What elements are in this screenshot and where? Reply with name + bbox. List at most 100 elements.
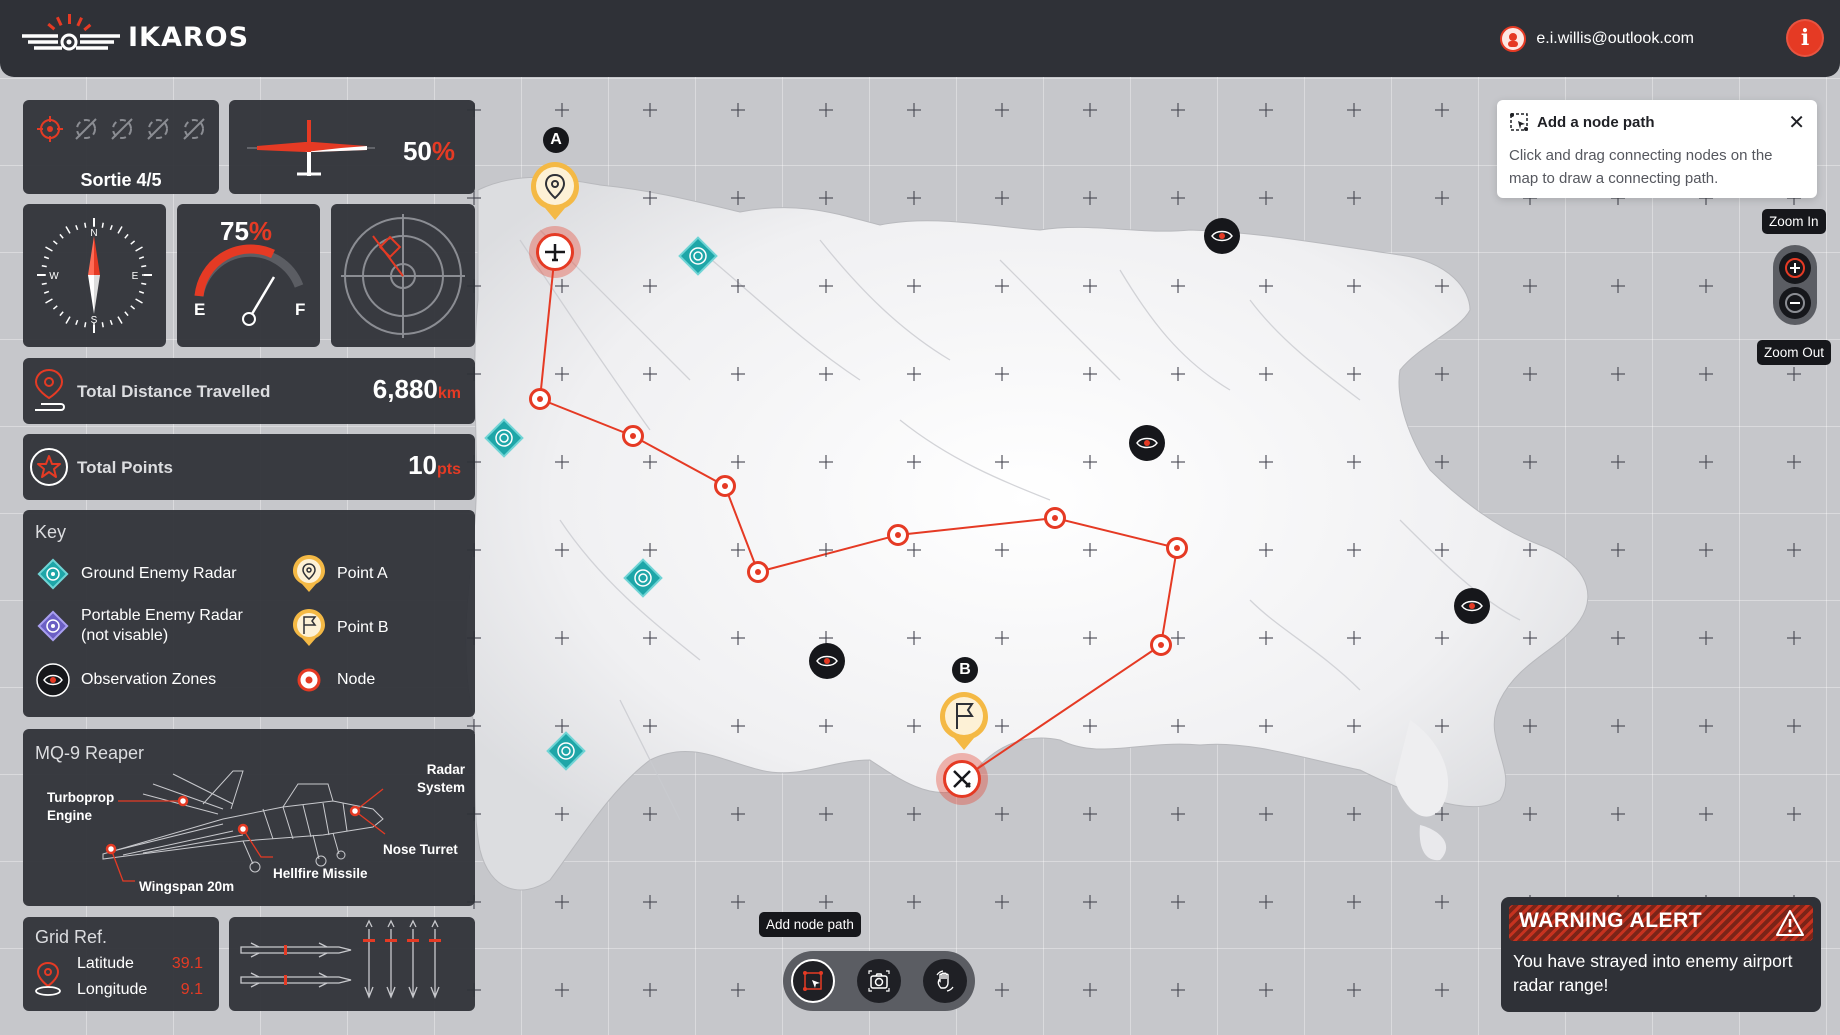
zoom-in-tooltip: Zoom In	[1762, 209, 1826, 234]
grid-marker	[1699, 719, 1713, 733]
grid-marker	[1435, 279, 1449, 293]
grid-marker	[1611, 631, 1625, 645]
ground-enemy-radar[interactable]	[544, 729, 588, 773]
points-panel: Total Points 10pts	[23, 434, 475, 500]
compass-tick	[45, 246, 53, 252]
grid-marker	[1171, 631, 1185, 645]
close-icon[interactable]: ✕	[1788, 110, 1805, 135]
compass-tick	[138, 256, 145, 260]
observation-zone[interactable]	[1129, 425, 1165, 461]
latitude-label: Latitude	[77, 955, 134, 972]
grid-marker	[995, 367, 1009, 381]
route-node[interactable]	[747, 561, 769, 583]
grid-marker	[643, 191, 657, 205]
zoom-out-button[interactable]	[1779, 287, 1811, 319]
eye-icon	[1211, 230, 1233, 242]
user-email[interactable]: e.i.willis@outlook.com	[1536, 30, 1694, 48]
warning-alert: WARNING ALERT You have strayed into enem…	[1501, 897, 1821, 1012]
route-node[interactable]	[1150, 634, 1172, 656]
points-readout: 10pts	[408, 450, 461, 481]
zoom-out-tooltip: Zoom Out	[1757, 340, 1832, 365]
grid-marker	[995, 103, 1009, 117]
grid-marker	[1083, 279, 1097, 293]
grid-marker	[1699, 367, 1713, 381]
grid-marker	[555, 279, 569, 293]
grid-marker	[555, 367, 569, 381]
add-node-path-hint: Add a node path Click and drag connectin…	[1497, 100, 1817, 198]
drone-current-marker[interactable]	[936, 753, 988, 805]
grid-marker	[555, 807, 569, 821]
user-account[interactable]: e.i.willis@outlook.com	[1500, 26, 1694, 52]
sortie-pending-icon	[183, 118, 205, 140]
warning-triangle-icon	[1776, 910, 1804, 936]
observation-zone[interactable]	[1454, 588, 1490, 624]
grid-marker	[1083, 983, 1097, 997]
grid-marker	[1347, 719, 1361, 733]
radar-scope-icon	[341, 214, 465, 338]
grid-marker	[995, 631, 1009, 645]
grid-marker	[1435, 895, 1449, 909]
camera-button[interactable]	[857, 959, 901, 1003]
eye-icon	[35, 662, 71, 698]
grid-marker	[1171, 807, 1185, 821]
point-b-marker[interactable]	[938, 690, 990, 752]
top-bar: IKAROS e.i.willis@outlook.com i	[0, 0, 1840, 77]
flag-pin-icon	[291, 609, 327, 646]
latitude-value: 39.1	[171, 955, 203, 972]
observation-zone[interactable]	[809, 643, 845, 679]
grid-marker	[1259, 103, 1273, 117]
info-button[interactable]: i	[1786, 19, 1824, 57]
compass-tick	[101, 222, 104, 228]
route-node[interactable]	[714, 475, 736, 497]
zoom-in-button[interactable]	[1779, 252, 1811, 284]
grid-marker	[1171, 279, 1185, 293]
plus-icon	[1785, 258, 1805, 278]
route-node[interactable]	[1166, 537, 1188, 559]
map-pin-icon	[531, 162, 579, 220]
hand-icon	[936, 970, 954, 992]
compass-tick	[59, 233, 64, 239]
grid-marker	[995, 807, 1009, 821]
point-a-marker[interactable]	[529, 160, 581, 222]
grid-marker	[1083, 103, 1097, 117]
grid-marker	[819, 367, 833, 381]
ground-enemy-radar[interactable]	[482, 416, 526, 460]
distance-label: Total Distance Travelled	[77, 382, 271, 401]
observation-zone[interactable]	[1204, 218, 1240, 254]
key-label: Point B	[337, 619, 389, 636]
grid-marker	[643, 367, 657, 381]
fuel-panel: 75% E F	[177, 204, 320, 347]
ground-enemy-radar[interactable]	[676, 234, 720, 278]
route-node[interactable]	[529, 388, 551, 410]
avatar[interactable]	[1500, 26, 1527, 52]
grid-marker	[1523, 367, 1537, 381]
grid-marker	[1699, 631, 1713, 645]
add-node-path-button[interactable]	[791, 959, 835, 1003]
hellfire-label: Hellfire Missile	[273, 866, 368, 881]
minus-icon	[1785, 293, 1805, 313]
key-label: Ground Enemy Radar	[81, 565, 237, 582]
grid-marker	[819, 191, 833, 205]
drone-start-marker[interactable]	[529, 226, 581, 278]
key-title: Key	[35, 522, 67, 542]
compass-tick	[45, 298, 53, 304]
route-node[interactable]	[1044, 507, 1066, 529]
point-a-badge: A	[543, 127, 569, 153]
grid-marker	[1611, 279, 1625, 293]
flag-pin-icon	[940, 692, 988, 750]
armament-panel	[229, 917, 475, 1011]
ground-enemy-radar[interactable]	[621, 556, 665, 600]
compass-tick	[41, 265, 47, 268]
grid-marker	[995, 455, 1009, 469]
route-node[interactable]	[887, 524, 909, 546]
portable-radar-icon	[35, 608, 71, 644]
key-label: Observation Zones	[81, 671, 217, 688]
route-node[interactable]	[622, 425, 644, 447]
map-key-panel: Key Ground Enemy Radar Portable Enemy Ra…	[23, 510, 475, 717]
grid-marker	[1259, 895, 1273, 909]
route-distance-icon	[34, 368, 65, 411]
grid-marker	[995, 983, 1009, 997]
pan-button[interactable]	[923, 959, 967, 1003]
fuel-empty-label: E	[194, 300, 205, 319]
grid-marker	[643, 631, 657, 645]
